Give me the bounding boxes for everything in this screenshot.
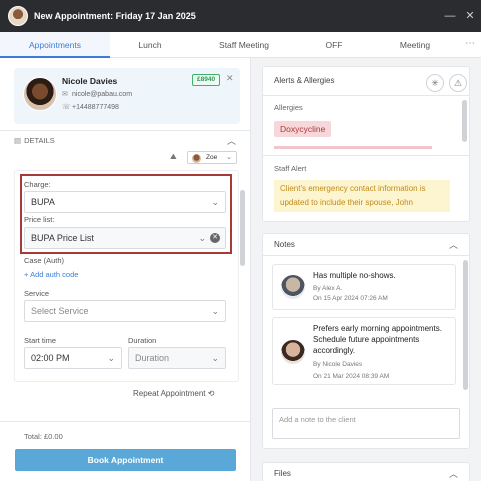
tab-meeting[interactable]: Meeting: [370, 32, 460, 58]
start-time-value: 02:00 PM: [31, 353, 70, 363]
note-input[interactable]: Add a note to the client: [272, 408, 460, 439]
case-label: Case (Auth): [24, 256, 65, 265]
duration-placeholder: Duration: [135, 353, 170, 363]
note-author: By Nicole Davies: [313, 361, 363, 368]
note-text: Has multiple no-shows.: [313, 271, 396, 280]
total-amount: Total: £0.00: [24, 432, 63, 441]
tab-off[interactable]: OFF: [298, 32, 370, 58]
note-item: Prefers early morning appointments. Sche…: [272, 317, 456, 385]
duration-label: Duration: [128, 336, 157, 345]
client-avatar: [23, 77, 57, 111]
alerts-scrollbar[interactable]: [462, 100, 467, 142]
minimize-icon[interactable]: —: [443, 9, 457, 23]
files-title: Files: [274, 469, 291, 478]
staff-name: Zoe: [206, 154, 218, 161]
start-time-label: Start time: [24, 336, 57, 345]
note-date: On 15 Apr 2024 07:26 AM: [313, 295, 388, 302]
note-author: By Alex A.: [313, 285, 343, 292]
alerts-title: Alerts & Allergies: [274, 76, 335, 85]
title-bar: New Appointment: Friday 17 Jan 2025 — ✕: [0, 0, 481, 32]
service-select[interactable]: Select Service ⌄: [24, 300, 226, 322]
tab-staff-meeting[interactable]: Staff Meeting: [190, 32, 298, 58]
divider: [0, 130, 250, 131]
details-header: ▤ DETAILS: [14, 136, 55, 145]
client-avatar-small: [8, 6, 28, 26]
notes-scrollbar[interactable]: [463, 260, 468, 390]
repeat-icon: ⟲: [207, 389, 215, 398]
chevron-down-icon: ⌄: [107, 353, 115, 363]
tab-lunch[interactable]: Lunch: [110, 32, 190, 58]
collapse-files-icon[interactable]: ︿: [449, 467, 458, 480]
divider: [262, 255, 470, 256]
repeat-appointment-link[interactable]: Repeat Appointment ⟲: [133, 389, 214, 398]
note-item: Has multiple no-shows. By Alex A. On 15 …: [272, 264, 456, 310]
note-author-avatar: [281, 275, 305, 299]
allergy-tag: Doxycycline: [274, 121, 332, 137]
staff-select[interactable]: Zoe ⌄: [187, 151, 237, 164]
client-name: Nicole Davies: [62, 76, 118, 86]
add-auth-code-link[interactable]: + Add auth code: [24, 270, 78, 279]
chevron-down-icon: ⌄: [211, 353, 219, 363]
note-text: Prefers early morning appointments. Sche…: [313, 324, 442, 355]
details-icon: ▤: [14, 136, 22, 145]
service-label: Service: [24, 289, 50, 298]
details-header-label: DETAILS: [24, 136, 55, 145]
charge-label: Charge:: [24, 180, 51, 189]
clear-icon[interactable]: ✕: [210, 233, 220, 243]
notes-title: Notes: [274, 240, 295, 249]
phone-icon: ☏: [62, 104, 71, 111]
pricelist-select[interactable]: BUPA Price List ⌄ ✕: [24, 227, 226, 249]
allergy-tag-partial: [274, 146, 432, 149]
allergies-label: Allergies: [274, 103, 303, 112]
note-author-avatar: [281, 340, 305, 364]
start-time-select[interactable]: 02:00 PM ⌄: [24, 347, 122, 369]
duration-select[interactable]: Duration ⌄: [128, 347, 226, 369]
tab-appointments[interactable]: Appointments: [0, 32, 110, 58]
charge-select[interactable]: BUPA ⌄: [24, 191, 226, 213]
chevron-down-icon: ⌄: [226, 154, 232, 161]
details-scrollbar[interactable]: [240, 190, 245, 266]
close-icon[interactable]: ✕: [463, 9, 477, 23]
panel-divider: [250, 58, 251, 481]
client-email: nicole@pabau.com: [72, 91, 133, 98]
service-placeholder: Select Service: [31, 306, 89, 316]
collapse-details-icon[interactable]: ︿: [227, 134, 236, 147]
room-icon[interactable]: ⛰: [170, 152, 177, 162]
staff-alert-label: Staff Alert: [274, 164, 307, 173]
divider: [262, 95, 470, 96]
settings-icon[interactable]: ✳: [426, 74, 444, 92]
book-appointment-button[interactable]: Book Appointment: [15, 449, 236, 471]
client-phone-row: ☏+14488777498: [62, 103, 119, 111]
window-title: New Appointment: Friday 17 Jan 2025: [34, 11, 196, 21]
warning-icon[interactable]: ⚠: [449, 74, 467, 92]
chevron-down-icon: ⌄: [211, 306, 219, 316]
balance-badge: £8940: [192, 74, 221, 86]
chevron-down-icon: ⌄: [211, 197, 219, 207]
repeat-label: Repeat Appointment: [133, 389, 206, 398]
pricelist-value: BUPA Price List: [31, 233, 94, 243]
divider: [262, 155, 470, 156]
client-phone: +14488777498: [72, 104, 119, 111]
note-date: On 21 Mar 2024 08:39 AM: [313, 373, 390, 380]
chevron-down-icon: ⌄: [198, 233, 206, 243]
collapse-notes-icon[interactable]: ︿: [449, 238, 458, 251]
staff-alert-text: Client's emergency contact information i…: [274, 180, 450, 212]
files-panel: [262, 462, 470, 481]
client-card[interactable]: Nicole Davies ✉ nicole@pabau.com ☏+144887…: [14, 68, 240, 124]
more-tabs-icon[interactable]: ⋯: [465, 32, 475, 56]
staff-avatar: [192, 153, 201, 163]
client-email-row: ✉ nicole@pabau.com: [62, 90, 132, 98]
divider: [0, 421, 250, 422]
remove-client-icon[interactable]: ✕: [226, 73, 234, 84]
add-auth-label: Add auth code: [30, 270, 79, 279]
tab-bar: Appointments Lunch Staff Meeting OFF Mee…: [0, 32, 481, 58]
charge-value: BUPA: [31, 197, 55, 207]
pricelist-label: Price list:: [24, 215, 55, 224]
email-icon: ✉: [62, 91, 68, 98]
